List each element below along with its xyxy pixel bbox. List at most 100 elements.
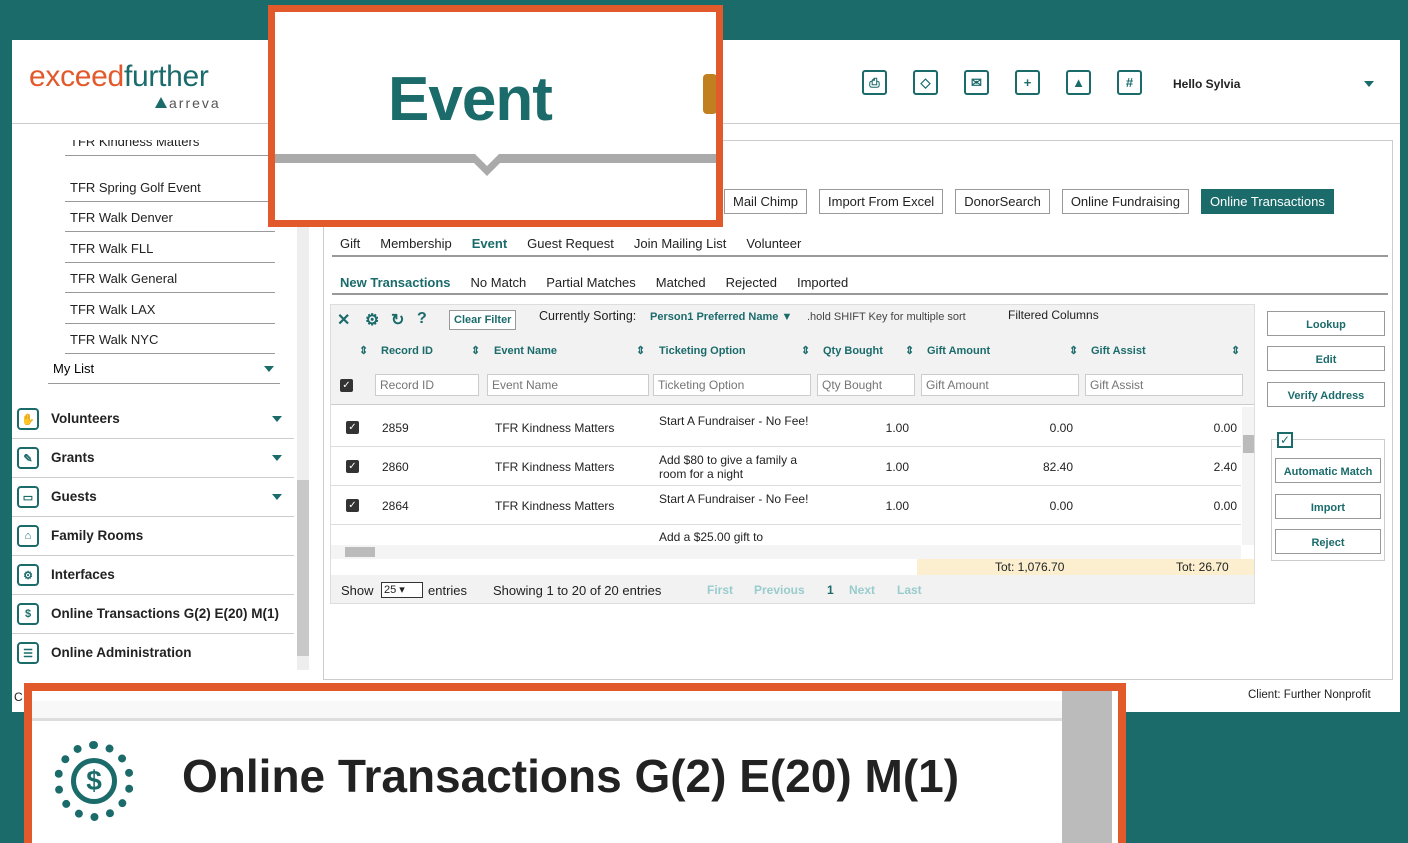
- pager-next[interactable]: Next: [849, 583, 875, 597]
- row-checkbox[interactable]: ✓: [346, 421, 359, 434]
- online-fundraising-button[interactable]: Online Fundraising: [1061, 189, 1189, 214]
- printer-icon[interactable]: ⎙: [862, 70, 887, 95]
- cell-gift-assist: 2.40: [1213, 460, 1237, 474]
- tab-membership[interactable]: Membership: [380, 236, 452, 251]
- select-all-checkbox[interactable]: ✓: [340, 379, 353, 392]
- tab-volunteer[interactable]: Volunteer: [746, 236, 801, 251]
- tab-guest-request[interactable]: Guest Request: [527, 236, 614, 251]
- my-list[interactable]: My List: [48, 356, 280, 384]
- chevron-down-icon[interactable]: [272, 416, 282, 422]
- table-row[interactable]: ✓ 2864 TFR Kindness Matters Start A Fund…: [331, 486, 1241, 525]
- lookup-button[interactable]: Lookup: [1267, 311, 1385, 336]
- tab-join-mailing-list[interactable]: Join Mailing List: [634, 236, 727, 251]
- import-button[interactable]: Import: [1275, 494, 1381, 519]
- tab-rejected[interactable]: Rejected: [726, 275, 777, 290]
- chevron-down-icon[interactable]: [272, 494, 282, 500]
- automatic-match-button[interactable]: Automatic Match: [1275, 458, 1381, 483]
- auto-match-checkbox[interactable]: ✓: [1277, 432, 1293, 448]
- tab-event[interactable]: Event: [472, 236, 507, 251]
- clear-filter-button[interactable]: Clear Filter: [449, 310, 517, 330]
- sidebar-section-grants[interactable]: ✎ Grants: [12, 439, 294, 478]
- sidebar-subitem[interactable]: TFR Walk Denver: [65, 202, 275, 232]
- sidebar-section-online-transactions[interactable]: $ Online Transactions G(2) E(20) M(1): [12, 595, 294, 634]
- sidebar-subitem[interactable]: TFR Walk LAX: [65, 294, 275, 324]
- pager-last[interactable]: Last: [897, 583, 922, 597]
- grid-horizontal-scrollbar[interactable]: [331, 545, 1241, 559]
- tab-imported[interactable]: Imported: [797, 275, 848, 290]
- tab-partial-matches[interactable]: Partial Matches: [546, 275, 636, 290]
- sort-icon[interactable]: ⇕: [471, 344, 480, 357]
- calendar-add-icon[interactable]: +: [1015, 70, 1040, 95]
- page-size-select[interactable]: 25 ▾: [381, 582, 423, 598]
- sort-icon[interactable]: ⇕: [801, 344, 810, 357]
- tab-gift[interactable]: Gift: [340, 236, 360, 251]
- filter-record-id[interactable]: [375, 374, 479, 396]
- filtered-columns[interactable]: Filtered Columns: [1008, 308, 1099, 322]
- sort-icon[interactable]: ⇕: [636, 344, 645, 357]
- sidebar-subitem[interactable]: TFR Walk FLL: [65, 233, 275, 263]
- edit-button[interactable]: Edit: [1267, 346, 1385, 371]
- pager-current[interactable]: 1: [827, 583, 834, 597]
- sort-icon[interactable]: ⇕: [1069, 344, 1078, 357]
- filter-event-name[interactable]: [487, 374, 649, 396]
- user-menu-caret-icon[interactable]: [1364, 81, 1374, 87]
- sidebar-section-volunteers[interactable]: ✋ Volunteers: [12, 400, 294, 439]
- sorting-value[interactable]: Person1 Preferred Name ▼: [650, 311, 792, 323]
- col-record-id[interactable]: Record ID: [381, 345, 433, 357]
- sidebar-scroll-thumb[interactable]: [297, 480, 309, 656]
- import-from-excel-button[interactable]: Import From Excel: [819, 189, 944, 214]
- pager-previous[interactable]: Previous: [754, 583, 805, 597]
- tag-icon[interactable]: ◇: [913, 70, 938, 95]
- filter-gift-assist[interactable]: [1085, 374, 1243, 396]
- chevron-down-icon[interactable]: [272, 455, 282, 461]
- sidebar-subitem[interactable]: TFR Walk NYC: [65, 324, 275, 354]
- pager-first[interactable]: First: [707, 583, 733, 597]
- sidebar-section-family-rooms[interactable]: ⌂ Family Rooms: [12, 517, 294, 556]
- cell-ticketing-option: Add a $25.00 gift to: [659, 530, 764, 544]
- donorsearch-button[interactable]: DonorSearch: [955, 189, 1050, 214]
- tab-matched[interactable]: Matched: [656, 275, 706, 290]
- grid-horizontal-thumb[interactable]: [345, 547, 375, 557]
- col-gift-amount[interactable]: Gift Amount: [927, 345, 990, 357]
- logo[interactable]: exceedfurther arreva: [29, 60, 219, 111]
- sort-icon[interactable]: ⇕: [1231, 344, 1240, 357]
- grid-vertical-scrollbar[interactable]: [1242, 407, 1254, 545]
- tab-no-match[interactable]: No Match: [471, 275, 527, 290]
- mail-icon[interactable]: ✉: [964, 70, 989, 95]
- row-checkbox[interactable]: ✓: [346, 460, 359, 473]
- sidebar-subitem[interactable]: TFR Walk General: [65, 263, 275, 293]
- filter-qty-bought[interactable]: [817, 374, 915, 396]
- refresh-icon[interactable]: ↻: [391, 310, 404, 330]
- user-greeting[interactable]: Hello Sylvia: [1173, 77, 1240, 91]
- filter-gift-amount[interactable]: [921, 374, 1079, 396]
- online-transactions-button[interactable]: Online Transactions: [1200, 189, 1334, 214]
- sidebar-section-online-administration[interactable]: ☰ Online Administration: [12, 634, 294, 670]
- sidebar-subitem[interactable]: TFR Kindness Matters: [65, 140, 275, 156]
- col-ticketing-option[interactable]: Ticketing Option: [659, 345, 746, 357]
- col-qty-bought[interactable]: Qty Bought: [823, 345, 883, 357]
- row-checkbox[interactable]: ✓: [346, 499, 359, 512]
- sidebar-subitem[interactable]: TFR Spring Golf Event: [65, 172, 275, 202]
- upload-icon[interactable]: ▲: [1066, 70, 1091, 95]
- table-row[interactable]: ✓ 2859 TFR Kindness Matters Start A Fund…: [331, 408, 1241, 447]
- section-label: Family Rooms: [51, 528, 144, 543]
- tab-new-transactions[interactable]: New Transactions: [340, 275, 451, 290]
- help-icon[interactable]: ?: [417, 310, 427, 328]
- table-row[interactable]: Add a $25.00 gift to: [331, 525, 1241, 545]
- sidebar-section-guests[interactable]: ▭ Guests: [12, 478, 294, 517]
- sort-icon[interactable]: ⇕: [905, 344, 914, 357]
- gear-icon[interactable]: ⚙: [365, 310, 379, 330]
- sort-icon[interactable]: ⇕: [359, 344, 368, 357]
- col-gift-assist[interactable]: Gift Assist: [1091, 345, 1146, 357]
- table-row[interactable]: ✓ 2860 TFR Kindness Matters Add $80 to g…: [331, 447, 1241, 486]
- reject-button[interactable]: Reject: [1275, 529, 1381, 554]
- grid-vertical-thumb[interactable]: [1243, 435, 1254, 453]
- chevron-down-icon[interactable]: [264, 366, 274, 372]
- verify-address-button[interactable]: Verify Address: [1267, 382, 1385, 407]
- cross-tools-icon[interactable]: ✕: [337, 310, 350, 330]
- mailchimp-button[interactable]: Mail Chimp: [724, 189, 808, 214]
- grid-add-icon[interactable]: #: [1117, 70, 1142, 95]
- col-event-name[interactable]: Event Name: [494, 345, 557, 357]
- sidebar-section-interfaces[interactable]: ⚙ Interfaces: [12, 556, 294, 595]
- filter-ticketing-option[interactable]: [653, 374, 811, 396]
